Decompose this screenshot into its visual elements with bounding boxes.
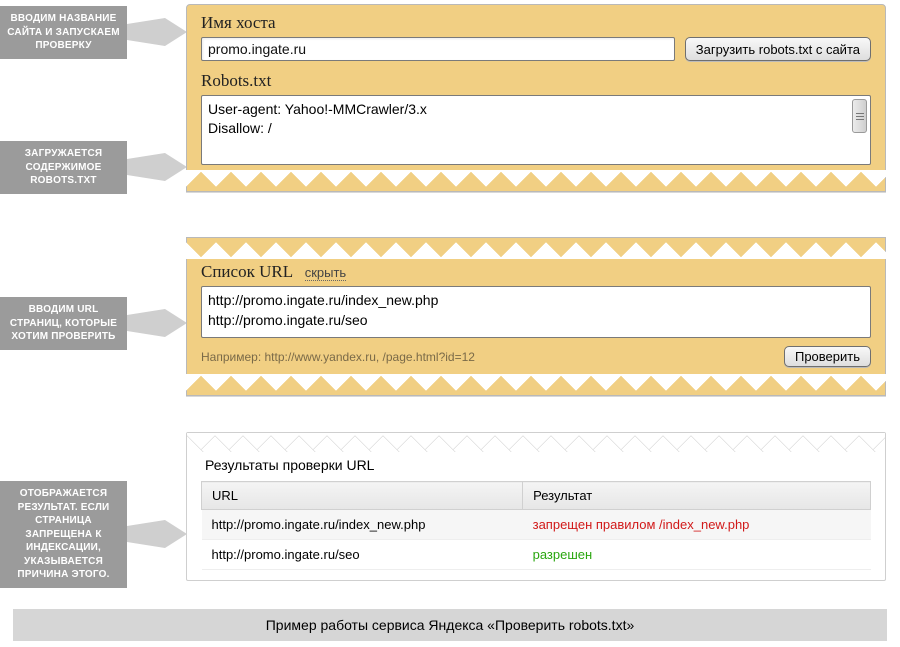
table-row: http://promo.ingate.ru/seo разрешен <box>202 540 871 570</box>
callout-text: ВВОДИМ URL СТРАНИЦ, КОТОРЫЕ ХОТИМ ПРОВЕР… <box>10 304 117 342</box>
results-title: Результаты проверки URL <box>187 453 885 481</box>
panel-host-robots: Имя хоста Загрузить robots.txt с сайта R… <box>186 4 886 192</box>
url-list-label: Список URL скрыть <box>201 262 871 282</box>
robots-label: Robots.txt <box>201 71 871 91</box>
table-row: http://promo.ingate.ru/index_new.php зап… <box>202 510 871 540</box>
torn-edge <box>187 373 885 395</box>
panel-results: Результаты проверки URL URL Результат ht… <box>186 432 886 581</box>
url-line: http://promo.ingate.ru/index_new.php <box>208 291 864 311</box>
robots-line: User-agent: Yahoo!-MMCrawler/3.x <box>208 100 864 119</box>
callout-urls: ВВОДИМ URL СТРАНИЦ, КОТОРЫЕ ХОТИМ ПРОВЕР… <box>0 297 127 350</box>
callout-text: ВВОДИМ НАЗВАНИЕ САЙТА И ЗАПУСКАЕМ ПРОВЕР… <box>7 13 120 51</box>
pointer-icon <box>127 18 187 46</box>
hide-link[interactable]: скрыть <box>305 265 347 281</box>
figure-caption: Пример работы сервиса Яндекса «Проверить… <box>13 609 887 641</box>
pointer-icon <box>127 520 187 548</box>
callout-robots: ЗАГРУЖАЕТСЯ СОДЕРЖИМОЕ ROBOTS.TXT <box>0 141 127 194</box>
load-robots-button[interactable]: Загрузить robots.txt с сайта <box>685 37 871 61</box>
torn-edge <box>187 169 885 191</box>
results-col-url: URL <box>202 482 523 510</box>
results-col-result: Результат <box>523 482 871 510</box>
robots-textarea[interactable]: User-agent: Yahoo!-MMCrawler/3.x Disallo… <box>201 95 871 165</box>
results-table: URL Результат http://promo.ingate.ru/ind… <box>201 481 871 570</box>
url-line: http://promo.ingate.ru/seo <box>208 311 864 331</box>
callout-text: ЗАГРУЖАЕТСЯ СОДЕРЖИМОЕ ROBOTS.TXT <box>25 148 103 186</box>
torn-edge <box>187 238 885 260</box>
host-input[interactable] <box>201 37 675 61</box>
panel-url-list: Список URL скрыть http://promo.ingate.ru… <box>186 237 886 396</box>
torn-edge <box>187 433 885 453</box>
result-url: http://promo.ingate.ru/seo <box>202 540 523 570</box>
callout-results: ОТОБРАЖАЕТСЯ РЕЗУЛЬТАТ. ЕСЛИ СТРАНИЦА ЗА… <box>0 481 127 588</box>
result-url: http://promo.ingate.ru/index_new.php <box>202 510 523 540</box>
scrollbar-handle[interactable] <box>852 99 867 133</box>
result-status: разрешен <box>523 540 871 570</box>
result-status: запрещен правилом /index_new.php <box>523 510 871 540</box>
url-list-label-text: Список URL <box>201 262 292 281</box>
robots-line: Disallow: / <box>208 119 864 138</box>
host-label: Имя хоста <box>201 13 871 33</box>
url-example-text: Например: http://www.yandex.ru, /page.ht… <box>201 350 475 364</box>
url-textarea[interactable]: http://promo.ingate.ru/index_new.php htt… <box>201 286 871 338</box>
check-button[interactable]: Проверить <box>784 346 871 367</box>
pointer-icon <box>127 309 187 337</box>
callout-host: ВВОДИМ НАЗВАНИЕ САЙТА И ЗАПУСКАЕМ ПРОВЕР… <box>0 6 127 59</box>
callout-text: ОТОБРАЖАЕТСЯ РЕЗУЛЬТАТ. ЕСЛИ СТРАНИЦА ЗА… <box>17 488 109 580</box>
pointer-icon <box>127 153 187 181</box>
